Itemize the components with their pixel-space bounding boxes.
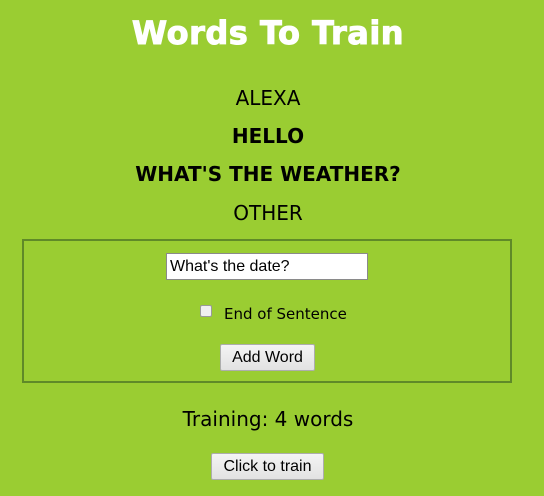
add-word-button[interactable]: Add Word — [220, 344, 315, 371]
train-button[interactable]: Click to train — [211, 453, 324, 480]
word-item-weather: WHAT'S THE WEATHER? — [135, 162, 401, 186]
end-of-sentence-label: End of Sentence — [224, 305, 347, 323]
word-item-alexa: ALEXA — [235, 86, 301, 110]
training-status: Training: 4 words — [182, 407, 354, 431]
page-title: Words To Train — [131, 14, 405, 53]
word-input[interactable] — [166, 253, 368, 280]
end-of-sentence-checkbox[interactable] — [200, 305, 212, 317]
word-item-hello: HELLO — [231, 124, 305, 148]
word-item-other: OTHER — [233, 201, 303, 225]
